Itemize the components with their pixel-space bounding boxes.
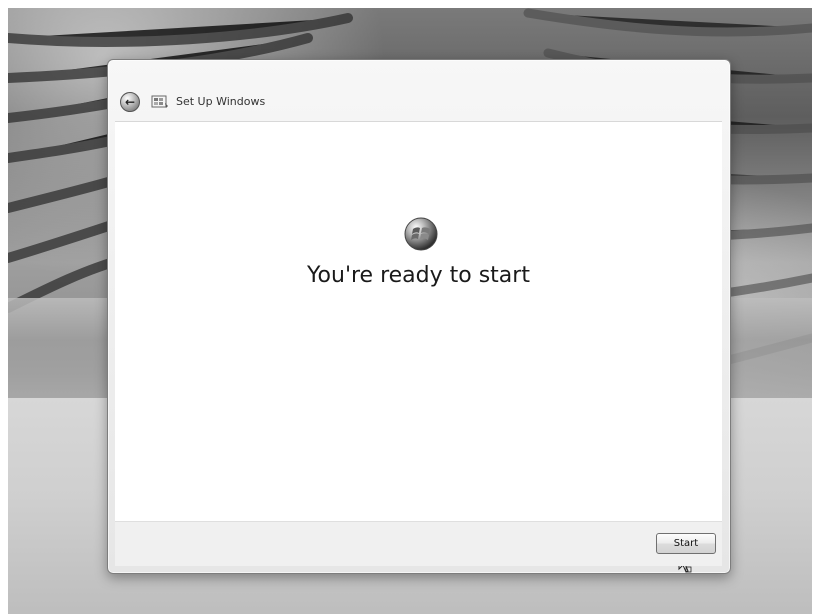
footer-bar: Start [115,521,722,566]
setup-windows-dialog: ← Set Up Windows You're ready to start S… [107,59,731,574]
title-bar: ← Set Up Windows [108,60,730,121]
windows-logo-icon [404,217,438,251]
setup-windows-icon [151,95,168,108]
start-button[interactable]: Start [656,533,716,554]
back-arrow-icon: ← [124,95,136,109]
desktop-screen: ← Set Up Windows You're ready to start S… [8,8,812,614]
page-heading: You're ready to start [307,263,530,288]
back-button[interactable]: ← [120,92,140,112]
window-title: Set Up Windows [176,95,266,108]
content-area: You're ready to start [115,121,722,573]
